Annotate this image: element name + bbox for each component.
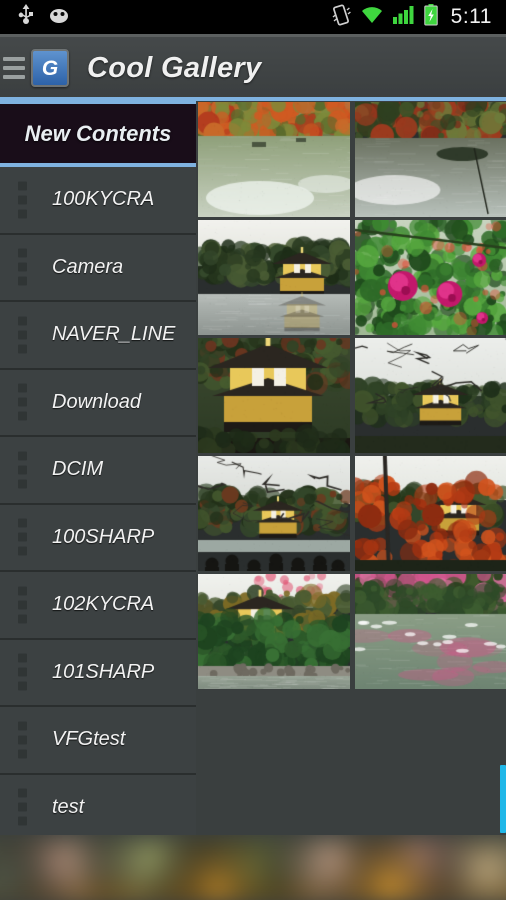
golden-pavilion-closeup bbox=[198, 338, 350, 453]
golden-pavilion-autumn-maple bbox=[354, 456, 506, 571]
golden-pavilion-bare-branches bbox=[354, 338, 506, 453]
status-bar-clock: 5:11 bbox=[450, 5, 492, 28]
pond-pink-maple-reflection bbox=[354, 574, 506, 689]
sidebar-item-dcim[interactable]: DCIM bbox=[0, 437, 196, 505]
action-bar: G Cool Gallery bbox=[0, 37, 506, 99]
sidebar-header-label: New Contents bbox=[24, 120, 172, 146]
gallery-app-window: 5:11 G Cool Gallery New Contents 100KYCR… bbox=[0, 0, 506, 900]
sidebar-header-new-contents[interactable]: New Contents bbox=[0, 101, 196, 167]
sidebar-item-label: VFGtest bbox=[52, 728, 126, 751]
grid-scrollbar-thumb[interactable] bbox=[500, 765, 506, 833]
hamburger-icon[interactable] bbox=[3, 57, 25, 79]
photo-thumbnail[interactable] bbox=[354, 338, 506, 453]
photo-thumbnail[interactable] bbox=[198, 220, 350, 335]
drag-handle-icon[interactable] bbox=[18, 248, 27, 286]
usb-icon bbox=[18, 3, 34, 31]
pond-autumn-reflection-1 bbox=[198, 102, 350, 217]
sidebar-item-label: Camera bbox=[52, 255, 124, 278]
page-title: Cool Gallery bbox=[87, 51, 262, 84]
app-icon[interactable]: G bbox=[31, 49, 69, 87]
sidebar-item-vfgtest[interactable]: VFGtest bbox=[0, 707, 196, 775]
album-sidebar[interactable]: New Contents 100KYCRA Camera NAVER_LINE Dow… bbox=[0, 101, 196, 835]
photo-thumbnail[interactable] bbox=[198, 456, 350, 571]
golden-pavilion-across-pond bbox=[198, 220, 350, 335]
golden-pavilion-with-visitors bbox=[198, 456, 350, 571]
drag-handle-icon[interactable] bbox=[18, 383, 27, 421]
sidebar-item-100kycra[interactable]: 100KYCRA bbox=[0, 167, 196, 235]
sidebar-item-label: Download bbox=[52, 390, 141, 413]
golden-pavilion-garden-pines bbox=[198, 574, 350, 689]
drag-handle-icon[interactable] bbox=[18, 518, 27, 556]
sidebar-item-label: 100SHARP bbox=[52, 525, 155, 548]
sidebar-item-naver_line[interactable]: NAVER_LINE bbox=[0, 302, 196, 370]
photo-thumbnail[interactable] bbox=[354, 574, 506, 689]
content-area: New Contents 100KYCRA Camera NAVER_LINE Dow… bbox=[0, 101, 506, 835]
drag-handle-icon[interactable] bbox=[18, 586, 27, 624]
status-bar-left-icons bbox=[0, 3, 70, 31]
drag-handle-icon[interactable] bbox=[18, 721, 27, 759]
drag-handle-icon[interactable] bbox=[18, 316, 27, 354]
sidebar-item-label: 101SHARP bbox=[52, 660, 155, 683]
photo-grid[interactable] bbox=[198, 101, 506, 835]
sidebar-item-label: 100KYCRA bbox=[52, 188, 155, 211]
bottom-blurred-band bbox=[0, 835, 506, 900]
battery-charging-icon bbox=[423, 3, 438, 31]
sidebar-item-label: DCIM bbox=[52, 458, 104, 481]
sidebar-item-download[interactable]: Download bbox=[0, 369, 196, 437]
photo-thumbnail[interactable] bbox=[198, 574, 350, 689]
sidebar-item-camera[interactable]: Camera bbox=[0, 234, 196, 302]
drag-handle-icon[interactable] bbox=[18, 653, 27, 691]
photo-thumbnail[interactable] bbox=[354, 456, 506, 571]
drag-handle-icon[interactable] bbox=[18, 788, 27, 826]
photo-thumbnail[interactable] bbox=[354, 220, 506, 335]
photo-thumbnail[interactable] bbox=[198, 102, 350, 217]
drag-handle-icon[interactable] bbox=[18, 451, 27, 489]
android-head-icon bbox=[48, 7, 70, 28]
status-bar-right-icons: 5:11 bbox=[331, 3, 506, 31]
bottom-band-image bbox=[0, 835, 506, 900]
sidebar-item-label: 102KYCRA bbox=[52, 593, 155, 616]
pink-camellia-flowers bbox=[354, 220, 506, 335]
photo-thumbnail[interactable] bbox=[198, 338, 350, 453]
photo-thumbnail[interactable] bbox=[354, 102, 506, 217]
sidebar-item-102kycra[interactable]: 102KYCRA bbox=[0, 572, 196, 640]
sidebar-item-101sharp[interactable]: 101SHARP bbox=[0, 639, 196, 707]
sidebar-item-100sharp[interactable]: 100SHARP bbox=[0, 504, 196, 572]
sidebar-item-label: test bbox=[52, 795, 85, 818]
status-bar: 5:11 bbox=[0, 0, 506, 34]
wifi-icon bbox=[360, 5, 384, 29]
vibrate-icon bbox=[331, 3, 351, 31]
app-icon-letter: G bbox=[41, 56, 59, 80]
signal-icon bbox=[392, 5, 415, 29]
sidebar-item-test[interactable]: test bbox=[0, 774, 196, 835]
sidebar-item-label: NAVER_LINE bbox=[52, 323, 176, 346]
sidebar-album-list[interactable]: 100KYCRA Camera NAVER_LINE Download DCIM 100S… bbox=[0, 167, 196, 835]
drag-handle-icon[interactable] bbox=[18, 181, 27, 219]
pond-autumn-reflection-2 bbox=[354, 102, 506, 217]
